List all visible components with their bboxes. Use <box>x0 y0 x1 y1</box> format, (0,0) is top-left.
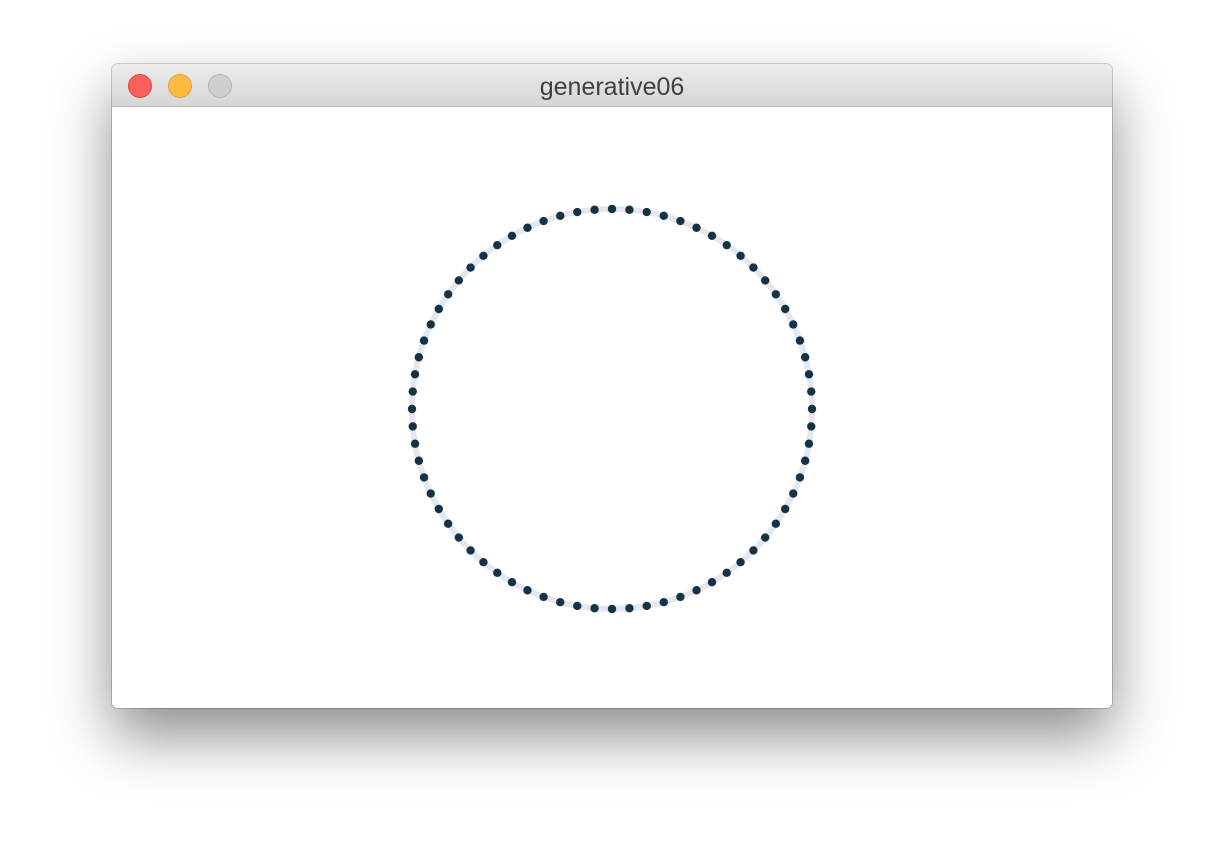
circle-dot <box>800 353 810 362</box>
circle-dot <box>722 568 731 578</box>
circle-dot <box>590 205 599 214</box>
circle-dot <box>607 604 617 614</box>
circle-dot <box>676 216 685 226</box>
circle-dot <box>807 387 816 396</box>
circle-dot <box>795 473 805 482</box>
circle-dot <box>426 320 435 329</box>
circle-dot <box>642 207 651 217</box>
circle-dot <box>692 223 701 232</box>
circle-dot <box>807 404 817 414</box>
circle-dot <box>408 422 417 431</box>
circle-dot <box>707 231 717 240</box>
circle-dot <box>573 207 582 217</box>
circle-dot <box>426 489 435 498</box>
circle-dot <box>722 240 731 250</box>
circle-dot <box>804 439 814 448</box>
circle-dot <box>807 422 816 431</box>
circle-dot <box>507 231 517 240</box>
circle-dot <box>479 558 488 567</box>
circle-dot <box>493 568 502 578</box>
circle-dot <box>407 404 417 414</box>
circle-dot <box>523 223 532 232</box>
window-title: generative06 <box>539 73 685 101</box>
app-window: generative06 <box>112 64 1112 708</box>
circle-dot <box>771 519 781 528</box>
circle-dot <box>539 592 548 602</box>
circle-dot <box>466 546 475 555</box>
circle-dot <box>410 370 420 379</box>
circle-dot <box>434 504 443 514</box>
circle-dot <box>659 597 668 607</box>
circle-dot <box>625 604 634 613</box>
circle-dot <box>804 370 814 379</box>
circle-dot <box>625 205 634 214</box>
circle-dot <box>736 558 745 567</box>
sketch-canvas[interactable] <box>112 107 1112 708</box>
circle-dot <box>419 336 429 345</box>
circle-dot <box>607 204 617 214</box>
circle-dot <box>736 251 745 260</box>
circle-dot <box>539 216 548 226</box>
circle-dot <box>659 211 668 221</box>
circle-dot <box>414 456 424 465</box>
circle-dot <box>443 519 453 528</box>
circle-dot <box>676 592 685 602</box>
circle-dot <box>523 586 532 595</box>
circle-dot <box>749 546 758 555</box>
circle-dot <box>556 211 565 221</box>
circle-dot <box>789 320 798 329</box>
circle-dot <box>454 533 463 542</box>
circle-dot <box>692 586 701 595</box>
circle-dot <box>454 276 463 285</box>
circle-dot <box>781 304 790 314</box>
dotted-circle-drawing <box>407 204 817 614</box>
circle-dot <box>410 439 420 448</box>
circle-dot <box>414 353 424 362</box>
circle-dot <box>771 290 781 299</box>
circle-dot <box>573 601 582 611</box>
circle-dot <box>795 336 805 345</box>
circle-dot <box>642 601 651 611</box>
circle-dot <box>408 387 417 396</box>
circle-dot <box>761 276 770 285</box>
circle-dot <box>443 290 453 299</box>
circle-dot <box>466 263 475 272</box>
circle-dot <box>749 263 758 272</box>
circle-dot <box>434 304 443 314</box>
circle-dot <box>556 597 565 607</box>
circle-dot <box>507 578 517 587</box>
circle-dot <box>800 456 810 465</box>
title-bar[interactable]: generative06 <box>112 64 1112 107</box>
circle-dot <box>761 533 770 542</box>
circle-dot <box>590 604 599 613</box>
circle-dot <box>479 251 488 260</box>
circle-dot <box>707 578 717 587</box>
circle-dot <box>781 504 790 514</box>
circle-dot <box>419 473 429 482</box>
circle-dot <box>789 489 798 498</box>
circle-dot <box>493 240 502 250</box>
